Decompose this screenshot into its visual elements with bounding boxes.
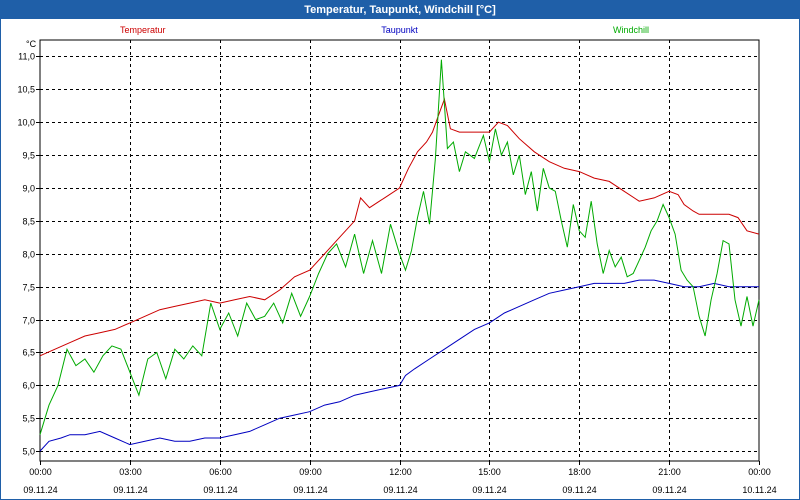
- x-tick-date-label: 09.11.24: [562, 485, 596, 495]
- x-tick-time-label: 00:00: [29, 467, 52, 477]
- x-tick-time-label: 00:00: [748, 467, 771, 477]
- y-tick-label: 9,0: [22, 184, 35, 194]
- x-tick-date-label: 09.11.24: [293, 485, 327, 495]
- line-chart: °C 5,0 5,5 6,0 6,5 7,0 7,5 8,0 8,5 9,0 9,5 10,0 10,…: [17, 25, 776, 495]
- x-tick-date-label: 09.11.24: [472, 485, 506, 495]
- x-tick-time-label: 06:00: [209, 467, 232, 477]
- y-tick-label: 5,0: [22, 447, 35, 457]
- y-tick-label: 6,5: [22, 348, 35, 358]
- y-tick-label: 10,5: [17, 85, 35, 95]
- x-tick-date-label: 09.11.24: [383, 485, 417, 495]
- x-tick-time-label: 18:00: [568, 467, 591, 477]
- x-tick-date-label: 09.11.24: [113, 485, 147, 495]
- x-tick-time-label: 21:00: [658, 467, 681, 477]
- x-tick-time-label: 12:00: [389, 467, 412, 477]
- y-tick-label: 7,5: [22, 283, 35, 293]
- y-axis-unit-label: °C: [26, 39, 37, 49]
- x-tick-time-label: 03:00: [119, 467, 142, 477]
- legend-taupunkt: Taupunkt: [381, 25, 418, 35]
- legend-windchill: Windchill: [613, 25, 649, 35]
- y-tick-label: 7,0: [22, 316, 35, 326]
- y-tick-label: 9,5: [22, 151, 35, 161]
- x-tick-date-label: 09.11.24: [23, 485, 57, 495]
- plot-area: [39, 39, 760, 462]
- x-tick-time-label: 15:00: [478, 467, 501, 477]
- x-tick-date-label: 09.11.24: [652, 485, 686, 495]
- y-tick-label: 8,0: [22, 250, 35, 260]
- x-tick-date-label: 10.11.24: [742, 485, 776, 495]
- y-tick-label: 5,5: [22, 414, 35, 424]
- y-tick-label: 6,0: [22, 381, 35, 391]
- y-tick-label: 8,5: [22, 217, 35, 227]
- x-tick-date-label: 09.11.24: [203, 485, 237, 495]
- legend-temperatur: Temperatur: [120, 25, 166, 35]
- y-tick-label: 10,0: [17, 118, 35, 128]
- y-tick-label: 11,0: [18, 52, 35, 62]
- x-tick-time-label: 09:00: [299, 467, 322, 477]
